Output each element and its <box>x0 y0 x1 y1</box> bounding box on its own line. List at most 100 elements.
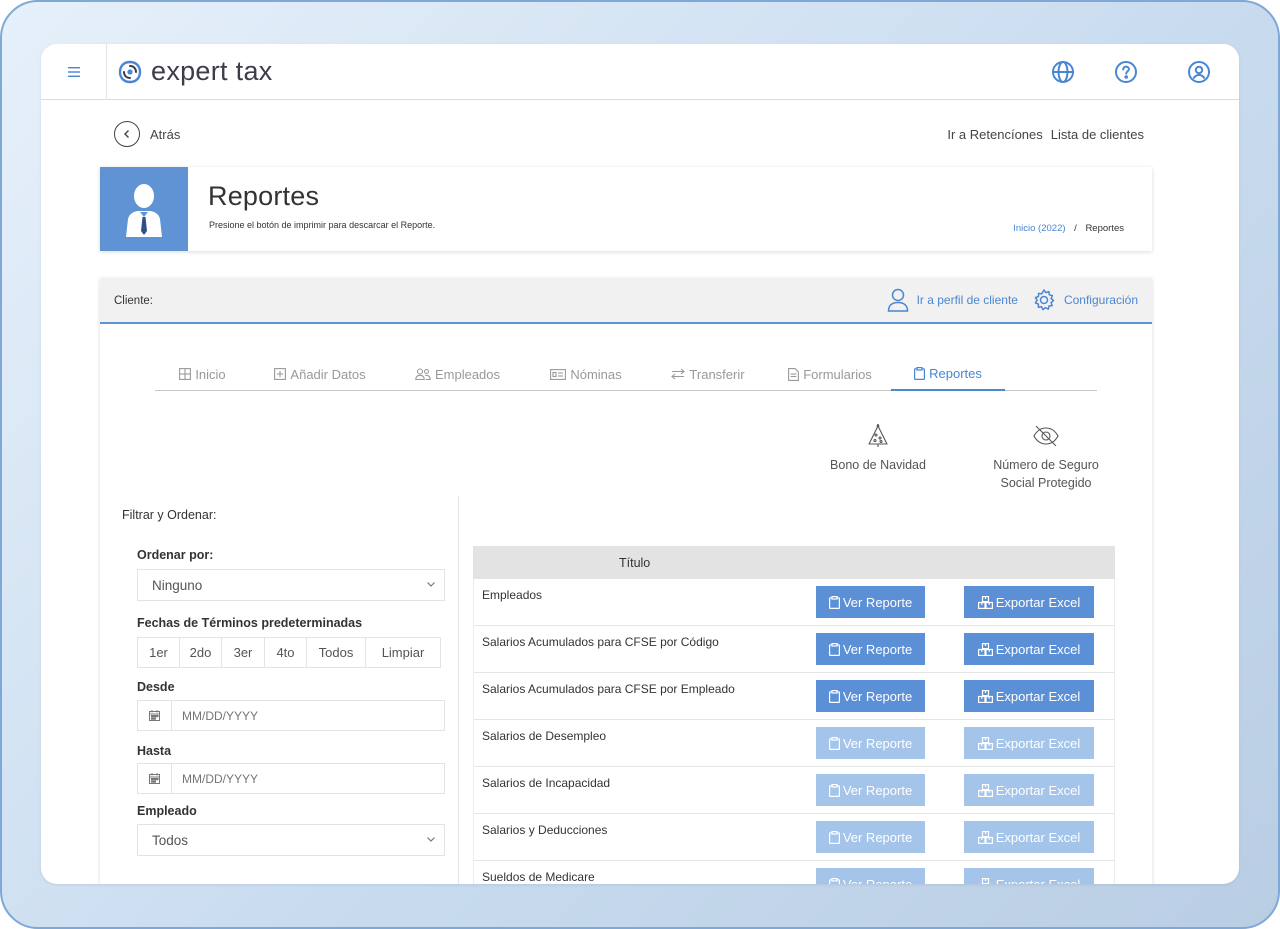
gear-icon <box>1034 289 1055 311</box>
client-bar: Cliente: Ir a perfil de cliente Configur… <box>100 278 1152 324</box>
top-bar: expert tax <box>41 44 1239 100</box>
users-icon <box>415 368 431 380</box>
report-title: Salarios Acumulados para CFSE por Código <box>482 635 719 649</box>
chevron-left-icon <box>124 130 129 138</box>
payroll-icon <box>550 368 567 380</box>
christmas-tree-icon <box>868 422 888 447</box>
calendar-icon <box>149 773 160 784</box>
clipboard-icon <box>828 595 840 609</box>
view-report-button[interactable]: Ver Reporte <box>816 868 925 884</box>
client-label: Cliente: <box>114 295 153 307</box>
view-report-button[interactable]: Ver Reporte <box>816 680 925 712</box>
export-boxes-icon <box>977 877 993 884</box>
menu-button[interactable] <box>41 44 107 100</box>
export-excel-button[interactable]: Exportar Excel <box>964 821 1094 853</box>
view-report-button[interactable]: Ver Reporte <box>816 633 925 665</box>
tab-nominas[interactable]: Nóminas <box>525 357 647 391</box>
tab-empleados[interactable]: Empleados <box>390 357 525 391</box>
to-date-input[interactable] <box>182 771 402 786</box>
client-profile-link[interactable]: Ir a perfil de cliente <box>887 288 1018 312</box>
language-button[interactable] <box>1050 59 1076 85</box>
eye-off-icon <box>1033 425 1059 447</box>
term-4to-button[interactable]: 4to <box>265 638 307 667</box>
account-button[interactable] <box>1186 59 1212 85</box>
clipboard-icon <box>828 783 840 797</box>
tab-inicio[interactable]: Inicio <box>155 357 250 391</box>
export-excel-button[interactable]: Exportar Excel <box>964 727 1094 759</box>
term-todos-button[interactable]: Todos <box>307 638 366 667</box>
terms-label: Fechas de Términos predeterminadas <box>137 616 363 630</box>
export-excel-button[interactable]: Exportar Excel <box>964 680 1094 712</box>
from-date-input[interactable] <box>182 708 402 723</box>
link-retenciones[interactable]: Ir a Retencíones <box>947 127 1042 142</box>
terms-button-group: 1er 2do 3er 4to Todos Limpiar <box>137 637 441 668</box>
column-title: Título <box>619 555 651 570</box>
client-panel: Cliente: Ir a perfil de cliente Configur… <box>100 278 1152 884</box>
user-outline-icon <box>887 288 908 312</box>
table-row: Salarios de Incapacidad Ver Reporte Expo… <box>473 767 1115 814</box>
export-excel-button[interactable]: Exportar Excel <box>964 868 1094 884</box>
document-icon <box>788 367 800 381</box>
order-select[interactable]: Ninguno <box>137 569 445 601</box>
ssn-protected-label-1: Número de Seguro <box>993 458 1099 472</box>
employee-select[interactable]: Todos <box>137 824 445 856</box>
table-row: Sueldos de Medicare Ver Reporte Exportar… <box>473 861 1115 884</box>
brand-logo[interactable]: expert tax <box>117 56 273 87</box>
to-date-field <box>137 763 445 794</box>
tab-anadir-datos[interactable]: Añadir Datos <box>250 357 390 391</box>
order-label: Ordenar por: <box>137 548 214 562</box>
table-row: Empleados Ver Reporte Exportar Excel <box>473 579 1115 626</box>
term-1er-button[interactable]: 1er <box>138 638 180 667</box>
clipboard-icon <box>828 830 840 844</box>
help-button[interactable] <box>1113 59 1139 85</box>
to-label: Hasta <box>137 744 172 758</box>
view-report-button[interactable]: Ver Reporte <box>816 586 925 618</box>
view-report-button[interactable]: Ver Reporte <box>816 774 925 806</box>
tab-bar: Inicio Añadir Datos Empleados Nóminas Tr… <box>155 357 1097 391</box>
bono-navidad-option[interactable]: Bono de Navidad <box>818 422 938 474</box>
export-boxes-icon <box>977 783 993 797</box>
brand-swirl-icon <box>118 60 142 83</box>
businessman-icon <box>126 184 162 237</box>
user-circle-icon <box>1188 61 1210 83</box>
export-excel-button[interactable]: Exportar Excel <box>964 586 1094 618</box>
employee-label: Empleado <box>137 804 197 818</box>
clipboard-icon <box>828 689 840 703</box>
report-title: Salarios de Incapacidad <box>482 776 611 790</box>
ssn-protected-label-2: Social Protegido <box>1000 476 1092 490</box>
client-settings-link[interactable]: Configuración <box>1032 288 1138 312</box>
tab-reportes[interactable]: Reportes <box>891 357 1005 391</box>
view-report-button[interactable]: Ver Reporte <box>816 727 925 759</box>
tab-transferir[interactable]: Transferir <box>647 357 769 391</box>
clipboard-icon <box>914 366 926 380</box>
term-limpiar-button[interactable]: Limpiar <box>366 638 440 667</box>
table-row: Salarios Acumulados para CFSE por Código… <box>473 626 1115 673</box>
export-excel-button[interactable]: Exportar Excel <box>964 774 1094 806</box>
export-boxes-icon <box>977 830 993 844</box>
back-label: Atrás <box>150 126 181 142</box>
view-report-button[interactable]: Ver Reporte <box>816 821 925 853</box>
report-title: Salarios de Desempleo <box>482 729 607 743</box>
page-header-card: Reportes Presione el botón de imprimir p… <box>100 167 1152 251</box>
report-table: Título Empleados Ver Reporte Exportar Ex… <box>473 546 1115 884</box>
ssn-protected-option[interactable]: Número de Seguro Social Protegido <box>972 424 1120 492</box>
page-title: Reportes <box>208 181 320 211</box>
back-button[interactable]: Atrás <box>114 121 180 147</box>
tab-formularios[interactable]: Formularios <box>769 357 891 391</box>
export-excel-button[interactable]: Exportar Excel <box>964 633 1094 665</box>
avatar <box>100 167 188 251</box>
breadcrumb: Inicio (2022) / Reportes <box>1013 223 1124 234</box>
transfer-icon <box>671 368 686 380</box>
bono-navidad-label: Bono de Navidad <box>830 458 926 472</box>
chevron-down-icon <box>427 582 435 587</box>
chevron-down-icon <box>427 837 435 842</box>
breadcrumb-home[interactable]: Inicio (2022) <box>1013 223 1065 234</box>
link-client-list[interactable]: Lista de clientes <box>1051 127 1144 142</box>
report-title: Salarios y Deducciones <box>482 823 608 837</box>
term-3er-button[interactable]: 3er <box>222 638 265 667</box>
term-2do-button[interactable]: 2do <box>180 638 222 667</box>
clipboard-icon <box>828 877 840 884</box>
table-row: Salarios Acumulados para CFSE por Emplea… <box>473 673 1115 720</box>
export-boxes-icon <box>977 736 993 750</box>
page-subtitle: Presione el botón de imprimir para desca… <box>209 220 436 230</box>
